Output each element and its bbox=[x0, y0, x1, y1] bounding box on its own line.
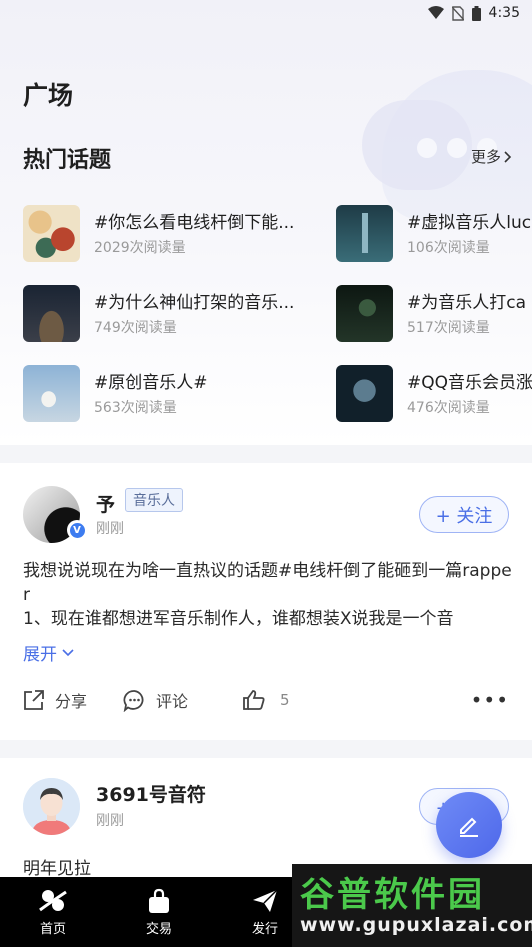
thumbs-up-icon bbox=[243, 690, 265, 710]
topic-thumbnail bbox=[336, 285, 393, 342]
topic-name: #为什么神仙打架的音乐... bbox=[94, 293, 295, 313]
chevron-down-icon bbox=[62, 648, 74, 656]
topic-reads: 563次阅读量 bbox=[94, 400, 177, 416]
watermark-url: www.gupuxlazai.com bbox=[300, 913, 532, 936]
topic-reads: 2029次阅读量 bbox=[94, 240, 186, 256]
bag-icon bbox=[149, 888, 169, 913]
plaza-header: 4:35 广场 热门话题 更多 #你怎么看电线杆倒下能... 2029次阅读量 #… bbox=[0, 0, 532, 445]
comment-button[interactable]: 评论 bbox=[123, 688, 188, 712]
post-card[interactable]: V 予 音乐人 刚刚 + 关注 我想说说现在为啥一直热议的话题#电线杆倒了能砸到… bbox=[0, 463, 532, 740]
page-title: 广场 bbox=[23, 76, 73, 112]
topic-item[interactable]: #QQ音乐会员涨 476次阅读量 bbox=[336, 365, 532, 422]
compose-post-button[interactable] bbox=[436, 792, 502, 858]
battery-icon bbox=[471, 5, 481, 21]
nav-label-trade: 交易 bbox=[145, 921, 172, 937]
hot-topics-title: 热门话题 bbox=[23, 148, 112, 173]
edit-icon bbox=[460, 817, 478, 837]
topic-name: #你怎么看电线杆倒下能... bbox=[94, 213, 295, 233]
topic-item[interactable]: #为什么神仙打架的音乐... 749次阅读量 bbox=[23, 285, 323, 342]
chevron-right-icon bbox=[504, 150, 512, 163]
topic-reads: 476次阅读量 bbox=[407, 400, 490, 416]
avatar[interactable] bbox=[23, 778, 80, 835]
post-author[interactable]: 3691号音符 bbox=[96, 780, 206, 807]
topic-thumbnail bbox=[336, 205, 393, 262]
post-body: 我想说说现在为啥一直热议的话题#电线杆倒了能砸到一篇rapper 1、现在谁都想… bbox=[23, 561, 512, 629]
expand-button[interactable]: 展开 bbox=[23, 640, 74, 665]
verified-badge-icon: V bbox=[67, 520, 87, 540]
topic-thumbnail bbox=[336, 365, 393, 422]
no-sim-icon bbox=[451, 5, 464, 21]
nav-label-release: 发行 bbox=[251, 921, 278, 937]
musician-tag: 音乐人 bbox=[125, 488, 183, 512]
post-actions: 分享 评论 5 ••• bbox=[23, 688, 509, 712]
comment-label: 评论 bbox=[156, 692, 189, 711]
post-body: 明年见拉 bbox=[23, 859, 91, 879]
site-watermark: 谷普软件园 www.gupuxlazai.com bbox=[292, 864, 532, 947]
topic-item[interactable]: #原创音乐人# 563次阅读量 bbox=[23, 365, 323, 422]
follow-button[interactable]: + 关注 bbox=[419, 496, 509, 533]
like-button[interactable]: 5 bbox=[242, 689, 290, 711]
topic-name: #原创音乐人# bbox=[94, 373, 208, 393]
topic-item[interactable]: #你怎么看电线杆倒下能... 2029次阅读量 bbox=[23, 205, 323, 262]
status-bar: 4:35 bbox=[427, 0, 520, 26]
topic-name: #为音乐人打ca bbox=[407, 293, 527, 313]
post-author[interactable]: 予 bbox=[96, 490, 115, 517]
share-button[interactable]: 分享 bbox=[23, 688, 87, 712]
more-topics-link[interactable]: 更多 bbox=[471, 146, 512, 167]
topic-thumbnail bbox=[23, 205, 80, 262]
send-icon bbox=[253, 888, 278, 912]
post-time: 刚刚 bbox=[96, 813, 124, 829]
wifi-icon bbox=[427, 6, 444, 19]
home-icon bbox=[39, 889, 67, 911]
topic-thumbnail bbox=[23, 285, 80, 342]
nav-label-home: 首页 bbox=[39, 921, 66, 937]
user-avatar-icon bbox=[23, 778, 80, 835]
share-label: 分享 bbox=[55, 692, 88, 711]
status-time: 4:35 bbox=[488, 5, 520, 21]
watermark-title: 谷普软件园 bbox=[300, 874, 485, 915]
expand-label: 展开 bbox=[23, 645, 57, 665]
topic-reads: 106次阅读量 bbox=[407, 240, 490, 256]
topic-item[interactable]: #虚拟音乐人luc 106次阅读量 bbox=[336, 205, 532, 262]
post-time: 刚刚 bbox=[96, 521, 124, 537]
like-count: 5 bbox=[280, 691, 290, 709]
more-label: 更多 bbox=[470, 148, 501, 166]
topic-reads: 517次阅读量 bbox=[407, 320, 490, 336]
more-options-icon[interactable]: ••• bbox=[471, 688, 509, 712]
nav-item-home[interactable]: 首页 bbox=[0, 877, 106, 947]
topic-name: #虚拟音乐人luc bbox=[407, 213, 532, 233]
topic-name: #QQ音乐会员涨 bbox=[407, 373, 532, 393]
nav-item-trade[interactable]: 交易 bbox=[106, 877, 212, 947]
comment-icon bbox=[123, 689, 144, 712]
topic-thumbnail bbox=[23, 365, 80, 422]
topic-reads: 749次阅读量 bbox=[94, 320, 177, 336]
share-icon bbox=[24, 690, 44, 710]
app-screen: 4:35 广场 热门话题 更多 #你怎么看电线杆倒下能... 2029次阅读量 #… bbox=[0, 0, 532, 947]
topic-item[interactable]: #为音乐人打ca 517次阅读量 bbox=[336, 285, 532, 342]
